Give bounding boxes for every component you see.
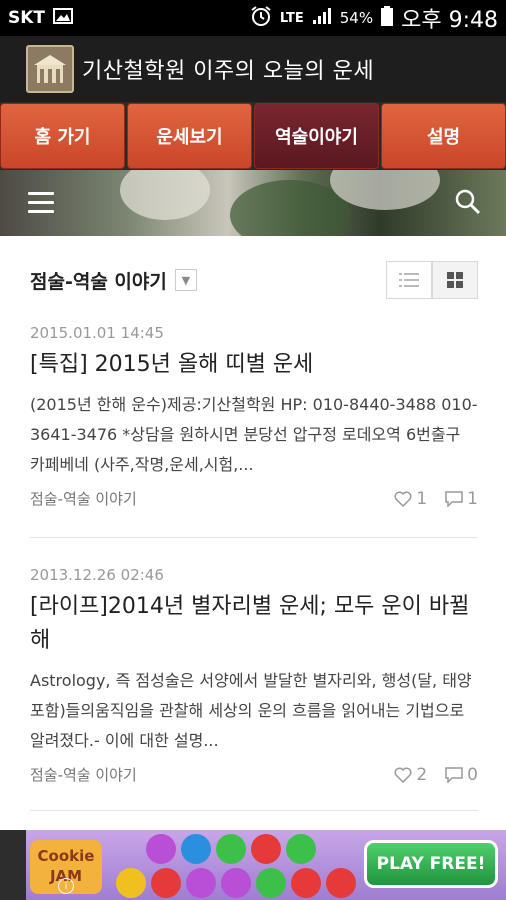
candy-decoration [326, 868, 356, 898]
play-free-button[interactable]: PLAY FREE! [364, 840, 498, 888]
heart-icon [394, 767, 412, 783]
list-header: 점술-역술 이야기 ▼ [30, 261, 478, 299]
like-count[interactable]: 2 [394, 765, 427, 785]
comment-count[interactable]: 1 [445, 489, 478, 509]
heart-icon [394, 491, 412, 507]
banner-decoration [120, 170, 210, 220]
menu-icon[interactable] [28, 192, 54, 214]
signal-icon [312, 7, 332, 30]
tab-bar: 홈 가기 운세보기 역술이야기 설명 [0, 102, 506, 170]
list-view-icon [399, 273, 419, 287]
post-date: 2015.01.01 14:45 [30, 324, 164, 342]
candy-decoration [216, 834, 246, 864]
candy-decoration [181, 834, 211, 864]
post-category[interactable]: 점술-역술 이야기 [30, 764, 137, 785]
view-toggle [386, 261, 478, 299]
battery-percent: 54% [339, 9, 374, 27]
candy-decoration [221, 868, 251, 898]
battery-icon [381, 5, 394, 31]
clock: 오후 9:48 [401, 8, 498, 33]
chevron-down-icon[interactable]: ▼ [174, 269, 197, 291]
candy-decoration [146, 834, 176, 864]
network-type-label: LTE [279, 10, 304, 26]
candy-decoration [256, 868, 286, 898]
comment-icon [445, 490, 463, 507]
app-title: 기산철학원 이주의 오늘의 운세 [82, 59, 375, 84]
search-icon[interactable] [454, 188, 482, 216]
category-title: 점술-역술 이야기 [30, 270, 167, 293]
carrier-label: SKT [8, 8, 46, 28]
post-excerpt: Astrology, 즉 점성술은 서양에서 발달한 별자리와, 행성(달, 태… [30, 671, 472, 750]
tab-home[interactable]: 홈 가기 [0, 103, 125, 169]
post-date: 2013.12.26 02:46 [30, 566, 164, 584]
candy-decoration [251, 834, 281, 864]
candy-decoration [151, 868, 181, 898]
post-title[interactable]: [라이프]2014년 별자리별 운세; 모두 운이 바뀔 해 [30, 590, 478, 658]
post-item[interactable]: 2015.01.01 14:45 [특집] 2015년 올해 띠별 운세 (20… [30, 324, 478, 509]
alarm-icon [250, 5, 272, 32]
app-logo-icon [26, 45, 74, 93]
post-meta: 점술-역술 이야기 1 1 [30, 488, 478, 509]
post-item[interactable]: 2013.12.26 02:46 [라이프]2014년 별자리별 운세; 모두 … [30, 566, 478, 785]
post-title[interactable]: [특집] 2015년 올해 띠별 운세 [30, 348, 478, 382]
post-meta: 점술-역술 이야기 2 0 [30, 764, 478, 785]
grid-view-icon [447, 272, 463, 288]
candy-decoration [286, 834, 316, 864]
post-excerpt: (2015년 한해 운수)제공:기산철학원 HP: 010-8440-3488 … [30, 395, 478, 474]
tab-fortune[interactable]: 운세보기 [127, 103, 252, 169]
divider [30, 810, 478, 811]
divider [30, 537, 478, 538]
tab-description[interactable]: 설명 [381, 103, 506, 169]
ad-info-icon[interactable]: i [58, 878, 74, 894]
tab-stories[interactable]: 역술이야기 [254, 103, 379, 169]
comment-icon [445, 766, 463, 783]
app-header: 기산철학원 이주의 오늘의 운세 [0, 36, 506, 102]
blog-banner [0, 170, 506, 236]
post-category[interactable]: 점술-역술 이야기 [30, 488, 137, 509]
ad-banner[interactable]: Cookie JAM PLAY FREE! i [26, 830, 506, 900]
like-count[interactable]: 1 [394, 489, 427, 509]
list-view-button[interactable] [386, 261, 432, 299]
grid-view-button[interactable] [432, 261, 478, 299]
comment-count[interactable]: 0 [445, 765, 478, 785]
status-bar: SKT LTE 54% 오후 9:48 [0, 0, 506, 36]
candy-decoration [186, 868, 216, 898]
image-notification-icon [53, 7, 74, 29]
candy-decoration [116, 868, 146, 898]
candy-decoration [291, 868, 321, 898]
ad-side-strip [0, 830, 26, 900]
